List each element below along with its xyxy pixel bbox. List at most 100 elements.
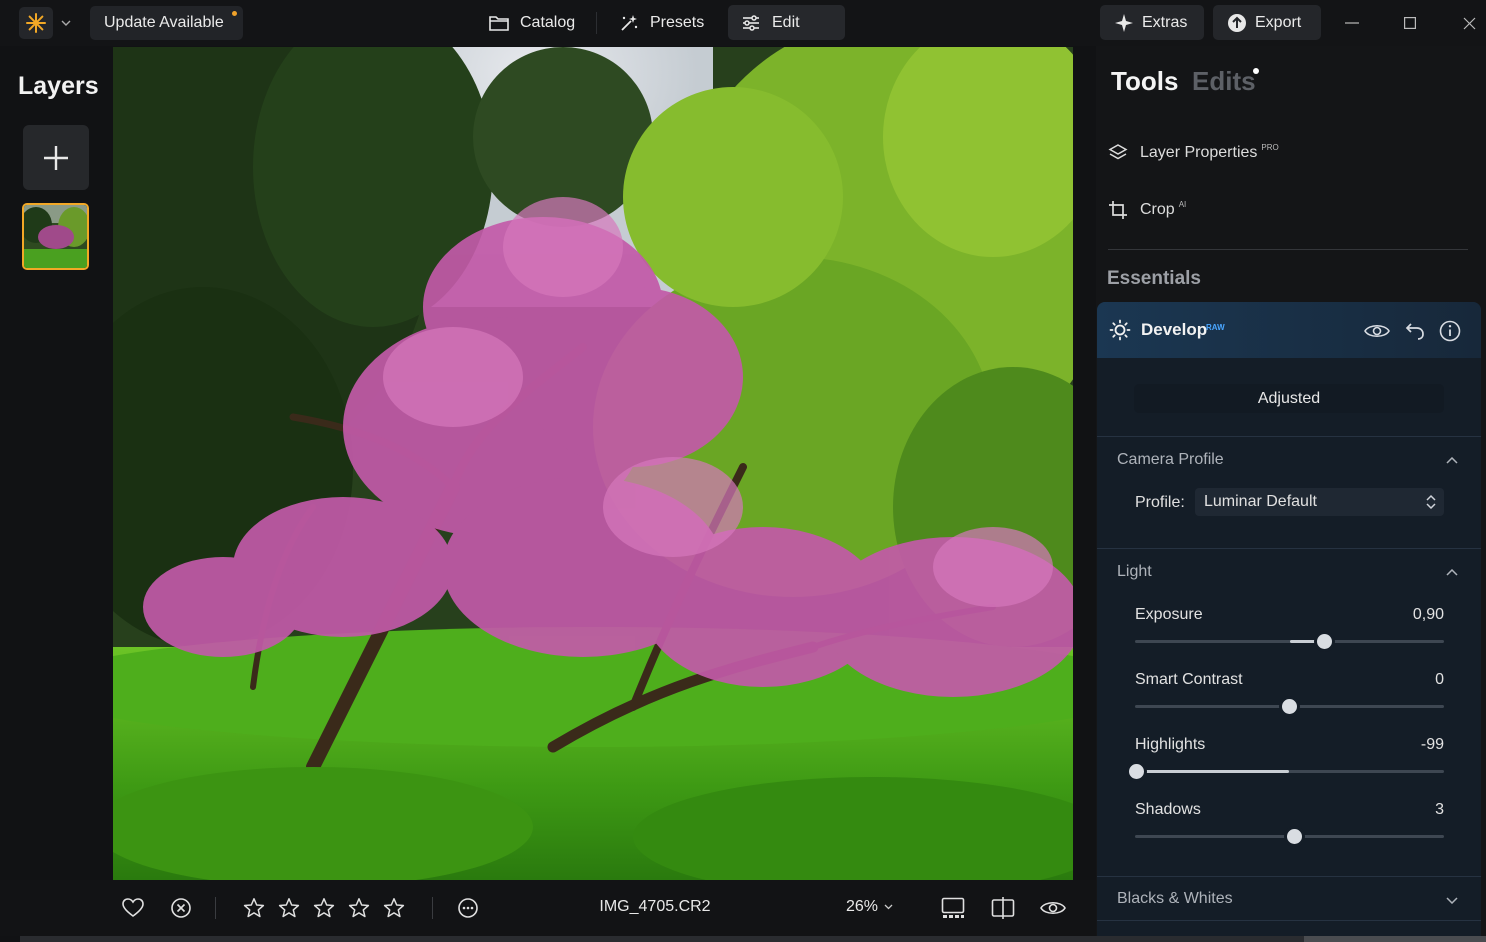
tab-edit[interactable]: Edit [728, 5, 845, 40]
toggle-visibility-button[interactable] [1364, 318, 1390, 344]
raw-badge: RAW [1206, 323, 1225, 332]
rating-star-1[interactable] [241, 895, 267, 921]
layer-thumbnail[interactable] [22, 203, 89, 270]
tool-crop[interactable]: Crop AI [1108, 198, 1186, 222]
slider-value[interactable]: 3 [1435, 801, 1444, 819]
horizontal-scrollbar[interactable] [20, 936, 1486, 942]
crop-icon [1109, 201, 1127, 219]
chevron-down-icon[interactable] [1443, 891, 1461, 909]
maximize-icon [1404, 17, 1416, 29]
preview-toggle-button[interactable] [1040, 895, 1066, 921]
tab-catalog[interactable]: Catalog [476, 5, 592, 40]
layer-thumbnail-image [24, 205, 87, 268]
rating-star-3[interactable] [311, 895, 337, 921]
top-bar: Update Available Catalog Presets Edit Ex… [0, 0, 1486, 46]
slider-knob[interactable] [1282, 699, 1297, 714]
zoom-dropdown[interactable]: 26% [846, 898, 893, 916]
rating-star-5[interactable] [381, 895, 407, 921]
slider-label: Highlights [1135, 736, 1206, 753]
tool-layer-properties[interactable]: Layer Properties PRO [1108, 141, 1279, 165]
blacks-whites-title[interactable]: Blacks & Whites [1117, 890, 1233, 908]
card-divider [1097, 876, 1481, 877]
filmstrip-icon [941, 897, 965, 918]
scrollbar-thumb[interactable] [1304, 936, 1486, 942]
adjusted-status: Adjusted [1134, 384, 1444, 413]
tab-presets[interactable]: Presets [606, 5, 718, 40]
filmstrip-toggle-button[interactable] [940, 895, 966, 921]
slider-label: Shadows [1135, 801, 1201, 818]
chevron-down-icon[interactable] [58, 15, 74, 31]
chevron-up-icon[interactable] [1443, 451, 1461, 469]
update-label: Update Available [104, 14, 224, 31]
upload-icon [1228, 13, 1246, 32]
info-icon [1439, 320, 1461, 342]
minimize-icon [1345, 22, 1359, 24]
toolbar-divider [215, 897, 216, 919]
compare-split-icon [991, 897, 1015, 919]
maximize-button[interactable] [1399, 12, 1421, 34]
chevron-down-icon [884, 904, 893, 910]
luminar-logo-button[interactable] [19, 7, 53, 39]
close-button[interactable] [1458, 12, 1480, 34]
tab-presets-label: Presets [650, 13, 705, 31]
sun-logo-icon [26, 13, 46, 33]
star-icon [348, 898, 370, 918]
export-button[interactable]: Export [1213, 5, 1321, 40]
card-divider [1097, 548, 1481, 549]
toolbar-divider [432, 897, 433, 919]
updown-arrows-icon [1426, 494, 1436, 510]
tab-edit-label: Edit [772, 13, 800, 31]
extras-label: Extras [1142, 13, 1188, 31]
zoom-level: 26% [846, 898, 879, 915]
slider-value[interactable]: 0 [1435, 671, 1444, 689]
eye-icon [1364, 324, 1390, 338]
info-button[interactable] [1437, 318, 1463, 344]
slider-knob[interactable] [1129, 764, 1145, 779]
edits-indicator-dot [1253, 68, 1259, 74]
pro-badge: PRO [1261, 142, 1279, 152]
update-available-button[interactable]: Update Available [90, 6, 243, 40]
rating-star-2[interactable] [276, 895, 302, 921]
undo-icon [1405, 323, 1424, 340]
chevron-up-icon[interactable] [1443, 563, 1461, 581]
more-dots-circle-icon [458, 898, 478, 918]
tab-edits[interactable]: Edits [1192, 66, 1256, 97]
panel-divider [1108, 249, 1468, 250]
reset-button[interactable] [1402, 318, 1428, 344]
profile-select[interactable]: Luminar Default [1195, 488, 1444, 516]
favorite-button[interactable] [120, 895, 146, 921]
add-layer-button[interactable] [23, 125, 89, 190]
tab-tools[interactable]: Tools [1111, 66, 1178, 97]
camera-profile-title[interactable]: Camera Profile [1117, 451, 1224, 469]
folder-icon [489, 15, 509, 31]
compare-button[interactable] [990, 895, 1016, 921]
star-icon [278, 898, 300, 918]
more-options-button[interactable] [455, 895, 481, 921]
layers-title: Layers [18, 72, 99, 100]
star-icon [383, 898, 405, 918]
slider-knob[interactable] [1316, 634, 1332, 649]
bottom-toolbar [0, 880, 1096, 936]
card-divider [1097, 436, 1481, 437]
tool-crop-label: Crop [1140, 201, 1175, 218]
photo-canvas[interactable] [113, 47, 1073, 880]
profile-label: Profile: [1135, 494, 1185, 511]
image-filename: IMG_4705.CR2 [599, 898, 711, 915]
tab-catalog-label: Catalog [520, 13, 576, 31]
eye-icon [1040, 901, 1066, 915]
rating-star-4[interactable] [346, 895, 372, 921]
tool-layer-properties-label: Layer Properties [1140, 144, 1258, 161]
minimize-button[interactable] [1341, 12, 1363, 34]
sliders-icon [743, 14, 759, 31]
slider-track[interactable] [1135, 640, 1444, 643]
slider-knob[interactable] [1286, 829, 1302, 844]
slider-value[interactable]: -99 [1421, 736, 1444, 754]
extras-button[interactable]: Extras [1100, 5, 1204, 40]
slider-track[interactable] [1135, 770, 1444, 773]
light-title[interactable]: Light [1117, 563, 1152, 581]
reject-button[interactable] [168, 895, 194, 921]
photo-image [113, 47, 1073, 880]
slider-value[interactable]: 0,90 [1413, 606, 1444, 624]
reject-circle-x-icon [171, 898, 191, 918]
export-label: Export [1255, 13, 1302, 31]
